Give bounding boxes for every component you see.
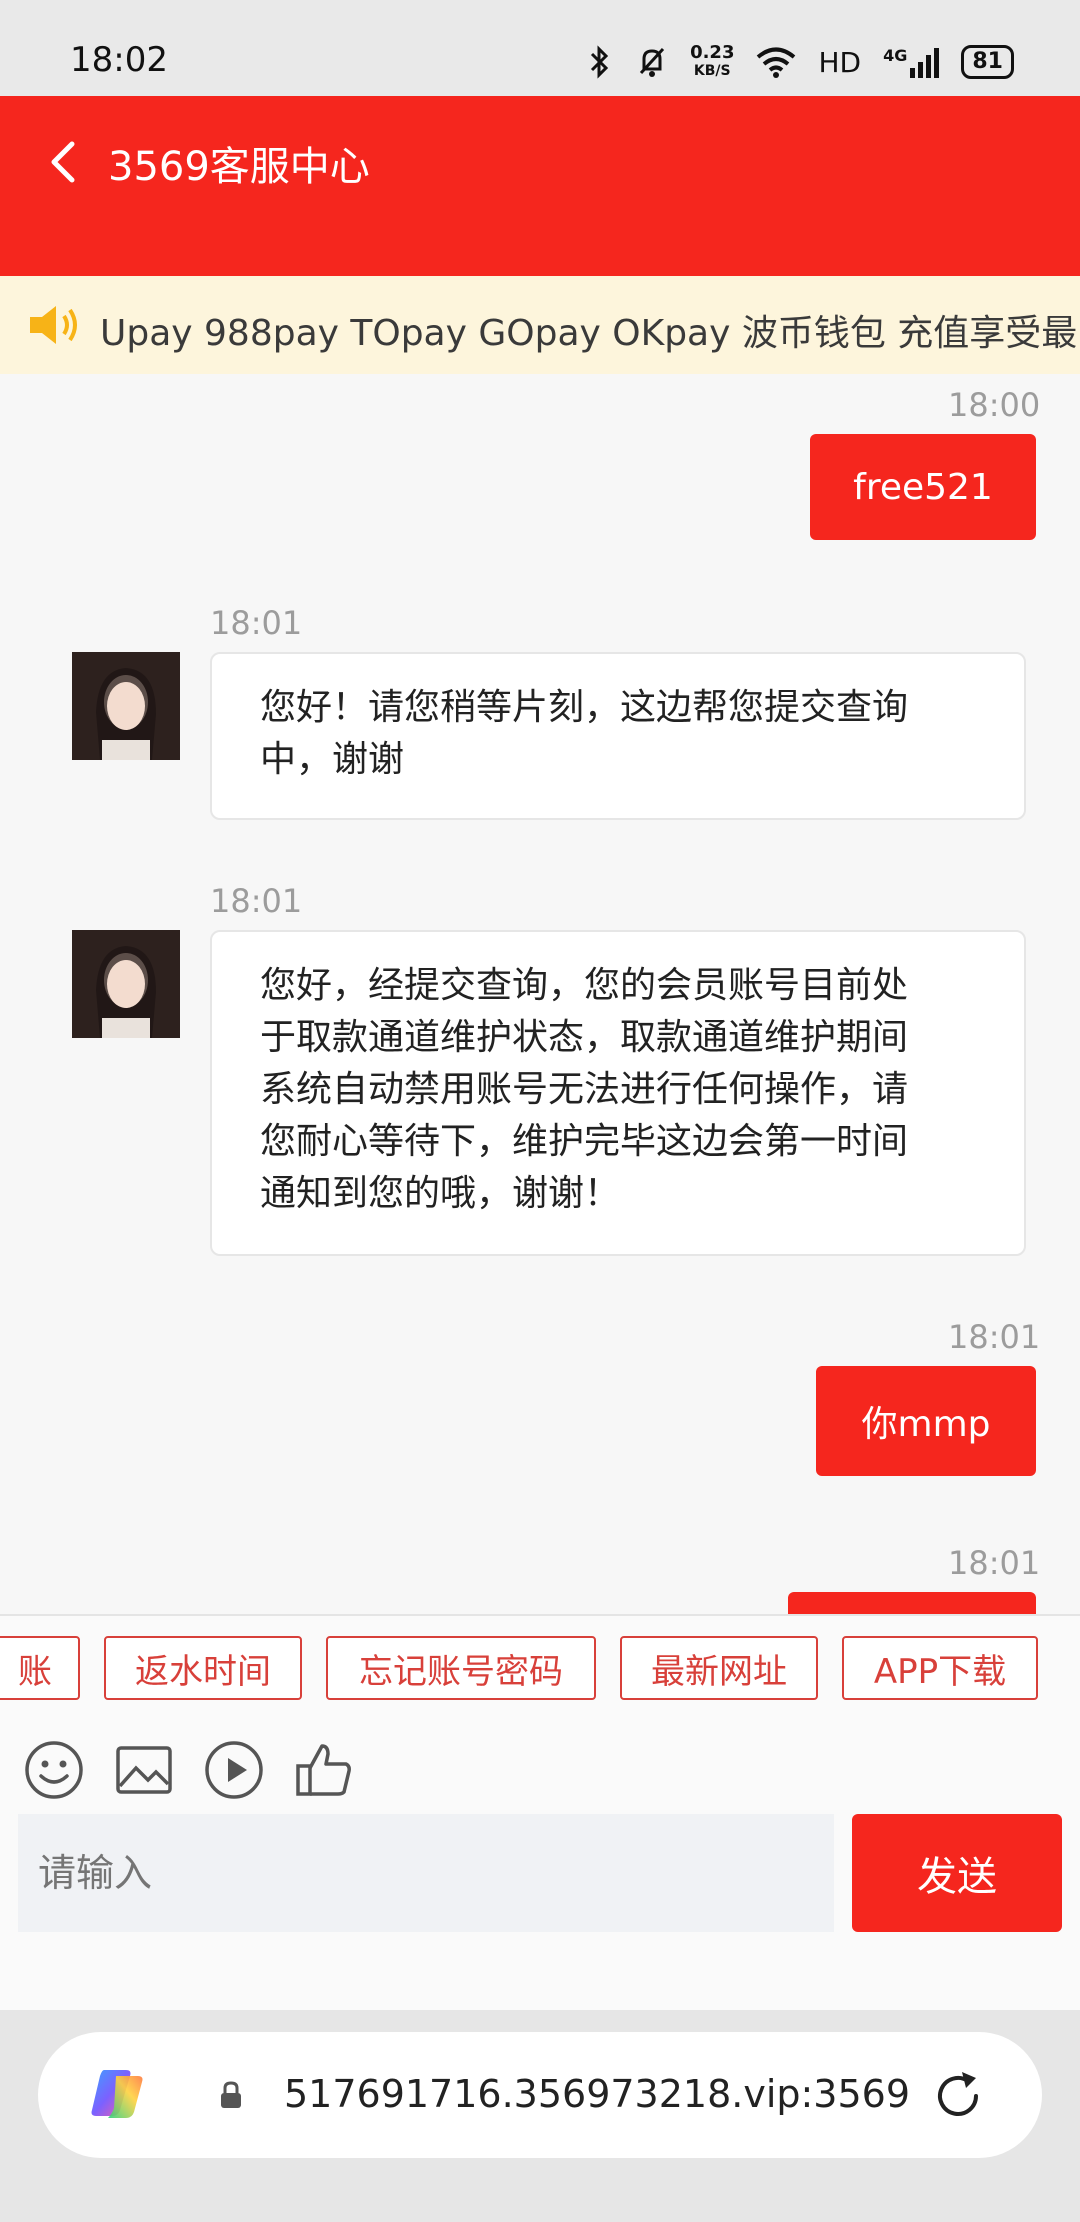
avatar-portrait	[72, 652, 180, 760]
message-timestamp: 18:01	[948, 1318, 1041, 1356]
battery-indicator: 81	[961, 45, 1014, 79]
message-input[interactable]	[18, 1814, 834, 1932]
net-speed-value: 0.23	[690, 42, 735, 63]
quick-reply-chip[interactable]: 忘记账号密码	[326, 1636, 596, 1700]
image-icon[interactable]	[112, 1738, 176, 1802]
notice-text: Upay 988pay TOpay GOpay OKpay 波币钱包 充值享受最	[100, 313, 1078, 354]
thumbs-up-icon[interactable]	[292, 1738, 356, 1802]
net-speed-unit: KB/S	[693, 63, 731, 79]
sent-message[interactable]: 你mmp	[816, 1366, 1036, 1476]
bluetooth-icon	[591, 45, 609, 79]
wifi-icon	[757, 47, 796, 78]
hd-label: HD	[818, 45, 862, 79]
page-title: 3569客服中心	[108, 144, 370, 190]
agent-avatar[interactable]	[72, 652, 180, 760]
url-text[interactable]: 517691716.356973218.vip:3569	[284, 2072, 924, 2116]
copilot-icon[interactable]	[82, 2058, 154, 2130]
message-line: 于取款通道维护状态，取款通道维护期间	[260, 1017, 909, 1058]
composer-toolbar	[0, 1726, 1080, 1814]
message-line: 通知到您的哦，谢谢！	[260, 1173, 621, 1214]
status-icons: 0.23 KB/S HD 4G 81	[586, 44, 1014, 80]
sent-message[interactable]	[788, 1592, 1036, 1614]
message-line: 系统自动禁用账号无法进行任何操作，请	[260, 1069, 909, 1110]
emoji-icon[interactable]	[22, 1738, 86, 1802]
message-line: 您好！请您稍等片刻，这边帮您提交查询	[260, 687, 909, 728]
status-bar: 18:02 0.23 KB/S HD 4G 81	[0, 0, 1080, 96]
notice-banner: Upay 988pay TOpay GOpay OKpay 波币钱包 充值享受最	[0, 276, 1080, 374]
lock-icon	[221, 2081, 241, 2108]
avatar-portrait	[72, 930, 180, 1038]
mute-bell-icon	[639, 47, 665, 77]
received-message: 您好！请您稍等片刻，这边帮您提交查询 中，谢谢	[210, 652, 1026, 820]
message-timestamp: 18:00	[948, 386, 1041, 424]
signal-label: 4G	[883, 46, 908, 65]
network-speed: 0.23 KB/S	[690, 44, 734, 80]
message-timestamp: 18:01	[210, 604, 303, 642]
video-play-icon[interactable]	[202, 1738, 266, 1802]
quick-reply-chip[interactable]: APP下载	[842, 1636, 1038, 1700]
sent-message[interactable]: free521	[810, 434, 1036, 540]
message-line: 您好，经提交查询，您的会员账号目前处	[260, 965, 909, 1006]
message-line: 中，谢谢	[260, 739, 405, 780]
composer: 发送	[0, 1814, 1080, 2010]
url-pill[interactable]: 517691716.356973218.vip:3569	[38, 2032, 1042, 2158]
message-timestamp: 18:01	[948, 1544, 1041, 1582]
reload-icon[interactable]	[928, 2066, 988, 2126]
quick-reply-chip[interactable]: 最新网址	[620, 1636, 818, 1700]
browser-address-bar: 517691716.356973218.vip:3569	[0, 2010, 1080, 2222]
message-line: 您耐心等待下，维护完毕这边会第一时间	[260, 1121, 909, 1162]
chat-header: 3569客服中心	[0, 96, 1080, 276]
cell-signal: 4G	[883, 46, 940, 78]
quick-reply-chip[interactable]: 返水时间	[104, 1636, 302, 1700]
quick-reply-bar[interactable]: 账 返水时间 忘记账号密码 最新网址 APP下载	[0, 1614, 1080, 1728]
message-list[interactable]: 18:00 free521 18:01 您好！请您稍等片刻，这边帮您提交查询 中…	[0, 374, 1080, 1614]
send-button[interactable]: 发送	[852, 1814, 1062, 1932]
back-arrow-icon[interactable]	[42, 132, 82, 192]
quick-reply-chip[interactable]: 账	[0, 1636, 80, 1700]
message-timestamp: 18:01	[210, 882, 303, 920]
agent-avatar[interactable]	[72, 930, 180, 1038]
received-message: 您好，经提交查询，您的会员账号目前处 于取款通道维护状态，取款通道维护期间 系统…	[210, 930, 1026, 1256]
clock: 18:02	[70, 40, 168, 80]
speaker-icon	[30, 306, 77, 344]
